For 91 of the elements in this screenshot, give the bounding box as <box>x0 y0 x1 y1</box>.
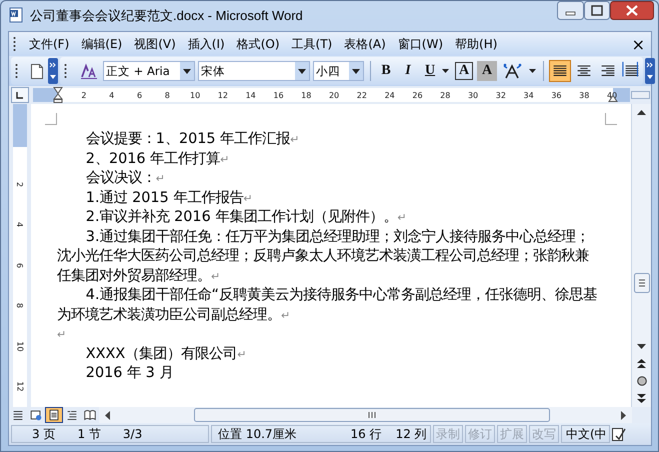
scroll-left-arrow-icon[interactable] <box>105 410 110 420</box>
menu-item[interactable]: 格式(O) <box>232 36 287 52</box>
ruler-number: 36 <box>550 90 563 100</box>
paragraph: 会议决议：↵ <box>84 169 166 188</box>
ruler-number: 24 <box>384 90 396 100</box>
dropdown-arrow-icon[interactable] <box>529 69 536 73</box>
cursor-position: 位置 10.7厘米 <box>218 426 297 442</box>
menu-item[interactable]: 窗口(W) <box>392 36 450 52</box>
ruler-number: 10 <box>188 90 202 100</box>
ruler-number: 12 <box>216 90 229 100</box>
italic-button[interactable]: I <box>398 61 418 81</box>
grip-handle-icon <box>64 63 67 79</box>
ruler-number: 32 <box>494 90 507 100</box>
paragraph: 4.通报集团干部任命“反聘黄美云为接待服务中心常务副总经理，任张德明、徐思基为环境艺术装潢功臣公司副总经理。↵ <box>57 286 597 324</box>
word-document-icon <box>9 7 23 23</box>
grip-handle-icon <box>13 36 16 52</box>
ruler-number: 12 <box>16 382 24 392</box>
paragraph: 2.审议并补充 2016 年集团工作计划（见附件）。↵ <box>84 208 408 227</box>
menu-item[interactable]: 文件(F) <box>24 36 76 52</box>
new-document-icon[interactable] <box>30 62 44 80</box>
margin-corner-mark <box>605 113 617 125</box>
paragraph: 会议提要：1、2015 年工作汇报↵ <box>84 130 300 149</box>
page-number: 3 页 <box>32 426 56 442</box>
menu-item[interactable]: 工具(T) <box>286 36 340 52</box>
style-dropdown[interactable]: 正文 + Aria <box>103 61 195 81</box>
menu-item[interactable]: 帮助(H) <box>450 36 504 52</box>
ruler-number: 4 <box>16 222 24 228</box>
close-document-button[interactable]: × <box>632 34 645 54</box>
menu-item[interactable]: 编辑(E) <box>76 36 130 52</box>
section-number: 1 节 <box>77 426 101 442</box>
page-count: 3/3 <box>122 427 142 441</box>
ruler-number: 4 <box>108 90 116 100</box>
menu-item[interactable]: 插入(I) <box>182 36 232 52</box>
paragraph: XXXX（集团）有限公司↵ <box>84 344 248 364</box>
ruler-number: 6 <box>16 262 24 268</box>
text-effects-icon[interactable] <box>503 63 523 79</box>
scroll-thumb[interactable] <box>634 273 650 293</box>
restore-button[interactable] <box>584 1 610 20</box>
character-shading-button[interactable]: A <box>477 61 497 81</box>
font-size-dropdown[interactable]: 小四 <box>313 61 364 81</box>
print-layout-button[interactable] <box>45 407 63 423</box>
ruler-number: 26 <box>411 90 424 100</box>
indent-marker-icon[interactable] <box>53 87 63 103</box>
scroll-thumb[interactable] <box>194 408 550 422</box>
bold-button[interactable]: B <box>376 61 396 81</box>
ruler-number: 18 <box>300 90 312 100</box>
ruler-number: 6 <box>136 90 144 100</box>
close-button[interactable] <box>610 1 654 20</box>
window-title: 公司董事会会议纪要范文.docx - Microsoft Word <box>30 7 303 25</box>
font-dropdown[interactable]: 宋体 <box>198 61 310 81</box>
ruler-number: 38 <box>578 90 590 100</box>
character-border-button[interactable]: A <box>455 62 473 80</box>
ruler-number: 30 <box>466 90 480 100</box>
margin-corner-mark <box>45 113 57 125</box>
ruler-number: 2 <box>16 182 24 187</box>
ruler-number: 16 <box>272 90 285 100</box>
ruler-number: 8 <box>164 90 171 100</box>
underline-button[interactable]: U <box>420 61 440 81</box>
paragraph: 2016 年 3 月 <box>84 364 174 383</box>
dropdown-arrow-icon[interactable] <box>442 69 449 73</box>
ruler-number: 28 <box>439 90 452 100</box>
paragraph: 1.通过 2015 年工作报告↵ <box>84 188 254 208</box>
browse-object-icon[interactable] <box>636 376 646 386</box>
ruler-number: 14 <box>244 90 257 100</box>
paragraph: 3.通过集团干部任免：任万平为集团总经理助理；刘念宁人接待服务中心总经理；沈小光任华大医药公司总经理；反聘卢象太人环境艺术装潢工程公司总经理；张韵秋兼任集团对外贸易部经理。↵ <box>57 228 591 286</box>
language-indicator[interactable]: 中文(中 <box>561 425 610 443</box>
menu-item[interactable]: 视图(V) <box>129 36 183 52</box>
next-page-icon[interactable] <box>637 394 646 403</box>
previous-page-icon[interactable] <box>637 359 646 368</box>
menu-item[interactable]: 表格(A) <box>339 36 393 52</box>
ruler-number: 22 <box>356 90 368 100</box>
tab-selector-icon[interactable] <box>11 87 29 103</box>
line-number: 16 行 <box>350 426 382 442</box>
paragraph: 2、2016 年工作打算↵ <box>84 150 230 168</box>
grip-handle-icon <box>15 63 18 79</box>
styles-icon[interactable] <box>81 63 97 79</box>
ruler-number: 34 <box>522 90 535 100</box>
ruler-number: 8 <box>16 303 24 308</box>
minimize-button[interactable] <box>557 1 584 20</box>
toolbar-options-icon[interactable] <box>645 58 655 84</box>
scroll-right-arrow-icon[interactable] <box>621 410 626 420</box>
ruler-number: 2 <box>80 90 88 100</box>
ruler-number: 20 <box>328 90 340 100</box>
spelling-check-icon[interactable] <box>612 427 626 441</box>
column-number: 12 列 <box>396 426 427 442</box>
toolbar-options-icon[interactable] <box>48 58 58 84</box>
scroll-up-arrow-icon[interactable] <box>637 110 646 115</box>
ruler-number: 10 <box>16 341 24 352</box>
paragraph-mark: ↵ <box>57 327 68 343</box>
scroll-down-arrow-icon[interactable] <box>637 344 646 349</box>
align-justify-button[interactable] <box>549 60 571 82</box>
